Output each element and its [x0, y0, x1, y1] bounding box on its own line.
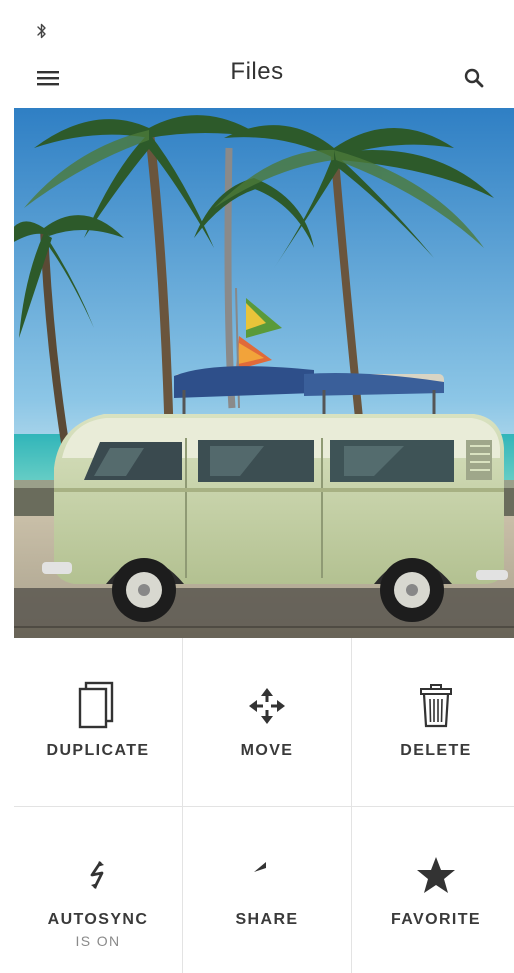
action-grid: DUPLICATE MOVE DELETE AUTOSYNC IS ON SHA…	[14, 638, 514, 973]
status-bar	[0, 0, 514, 48]
autosync-status: IS ON	[75, 933, 121, 949]
favorite-label: FAVORITE	[390, 911, 482, 928]
bluetooth-icon	[37, 23, 46, 39]
move-button[interactable]: MOVE	[183, 638, 351, 806]
trash-icon	[420, 684, 452, 728]
duplicate-label: DUPLICATE	[46, 742, 150, 759]
search-icon	[464, 68, 484, 88]
page-title: Files	[230, 58, 284, 85]
app-bar: Files	[0, 48, 514, 108]
menu-button[interactable]	[28, 60, 68, 96]
duplicate-icon	[78, 681, 114, 729]
hamburger-menu-icon	[37, 71, 59, 86]
autosync-button[interactable]: AUTOSYNC IS ON	[14, 807, 182, 973]
share-icon	[254, 862, 266, 872]
star-icon	[417, 857, 455, 893]
share-button[interactable]: SHARE	[183, 807, 351, 973]
duplicate-button[interactable]: DUPLICATE	[14, 638, 182, 806]
autosync-label: AUTOSYNC	[47, 911, 149, 928]
favorite-button[interactable]: FAVORITE	[352, 807, 514, 973]
file-preview-image[interactable]	[14, 108, 514, 638]
autosync-icon	[90, 861, 104, 889]
file-actions-screen: Files DUPLICATE MOVE DELETE AUTOSYNC IS …	[0, 0, 514, 973]
delete-label: DELETE	[400, 742, 472, 759]
search-button[interactable]	[456, 60, 492, 96]
move-icon	[249, 688, 285, 724]
share-label: SHARE	[235, 911, 299, 928]
delete-button[interactable]: DELETE	[352, 638, 514, 806]
move-label: MOVE	[240, 742, 294, 759]
